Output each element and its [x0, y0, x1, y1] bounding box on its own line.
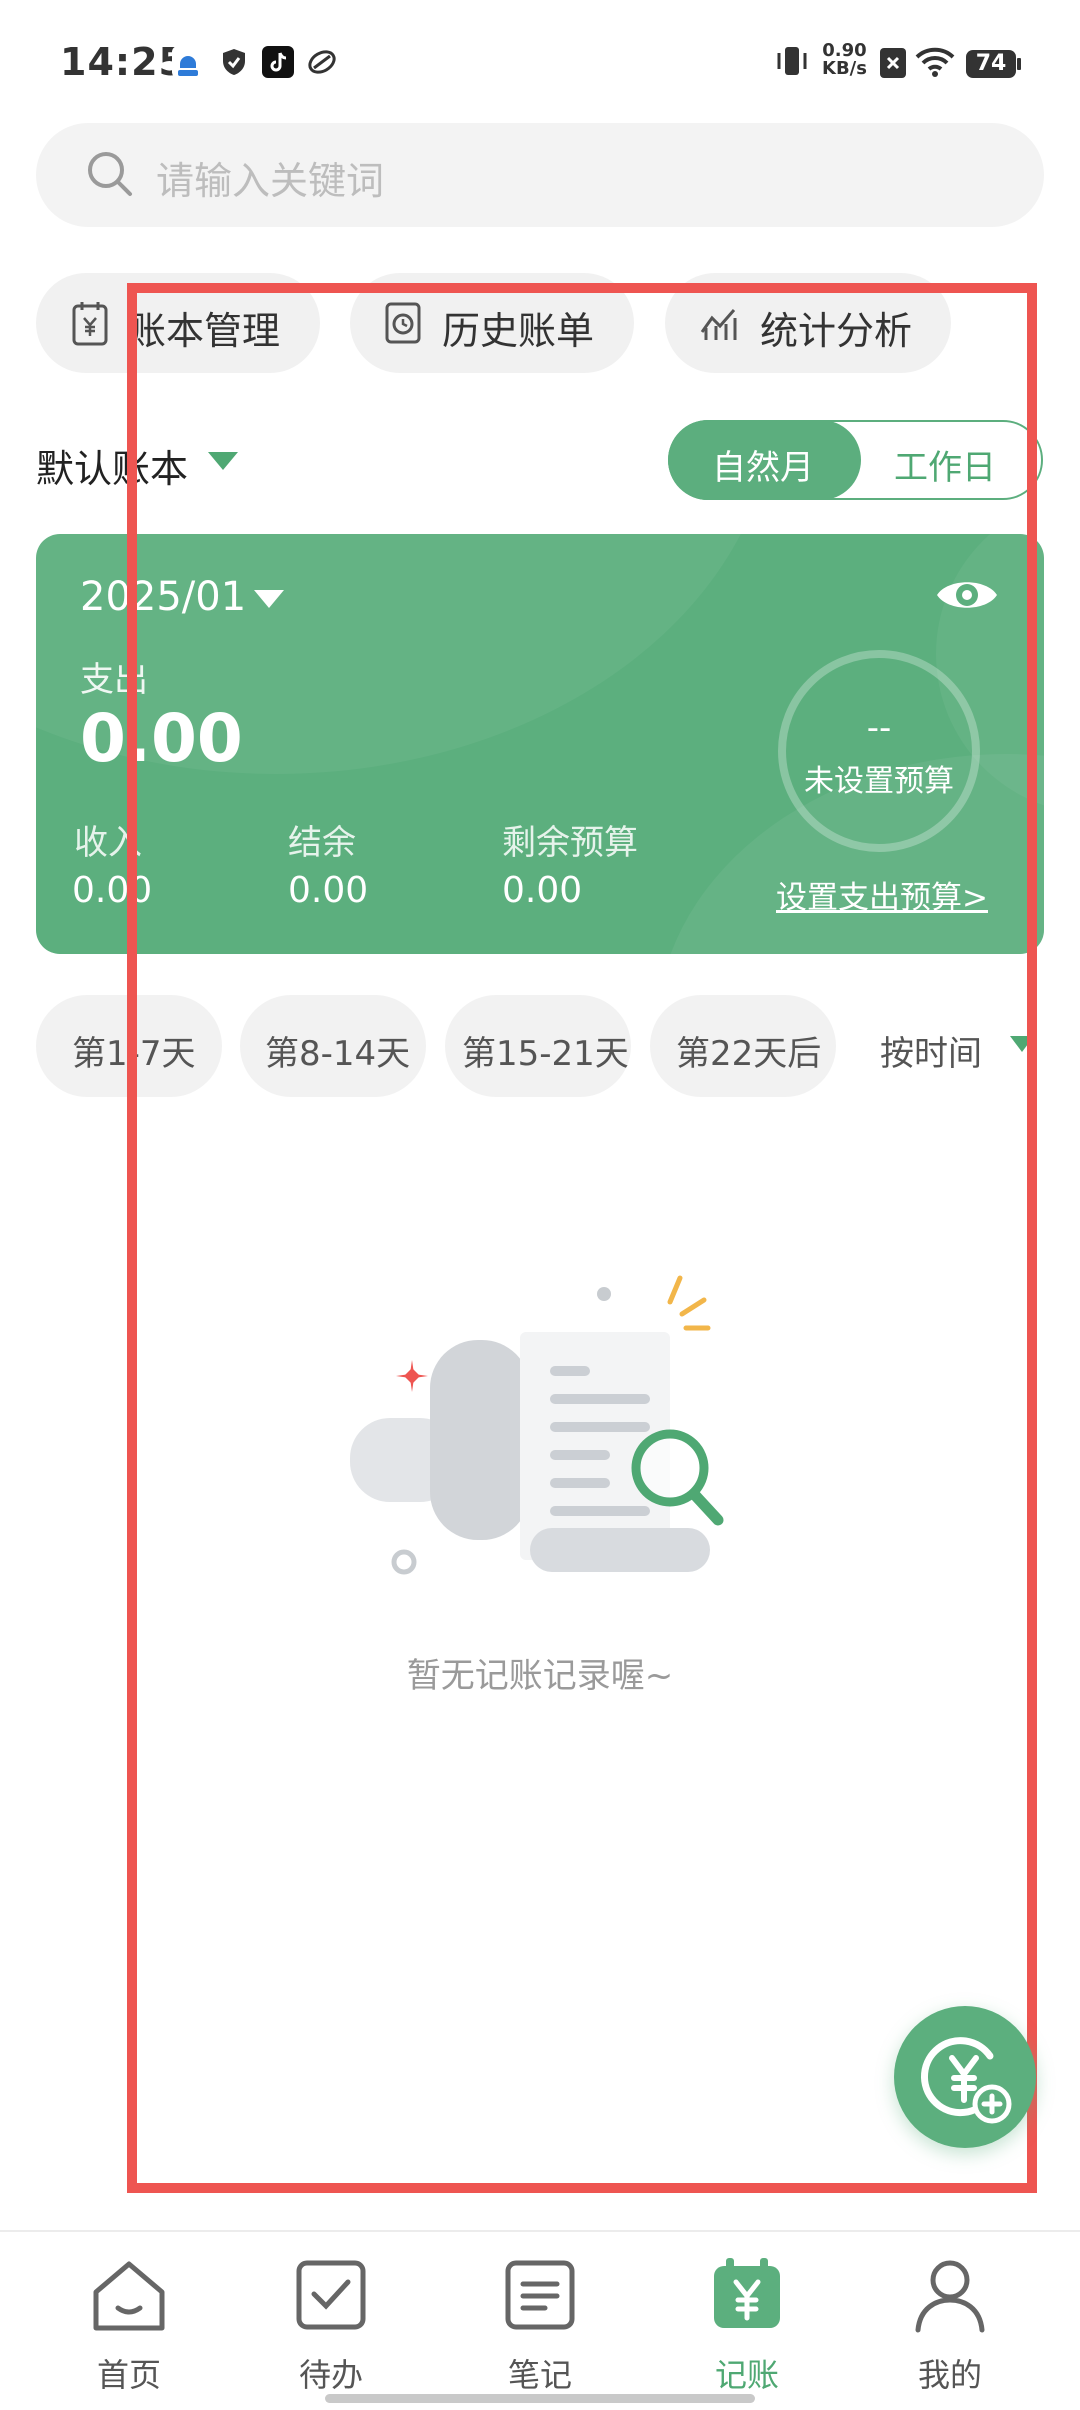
network-rate: 0.90 KB/s [822, 42, 867, 78]
profile-icon[interactable] [912, 2258, 988, 2338]
todo-icon[interactable] [294, 2258, 368, 2336]
shield-icon [218, 46, 250, 78]
note-icon[interactable] [503, 2258, 577, 2336]
ledger-icon [70, 300, 110, 350]
battery-tip [1017, 58, 1021, 70]
nav-note-label[interactable]: 笔记 [470, 2350, 610, 2396]
status-time: 14:25 [60, 40, 186, 84]
nav-home-label[interactable]: 首页 [59, 2350, 199, 2396]
battery-icon: 74 [966, 50, 1016, 78]
nav-todo-label[interactable]: 待办 [261, 2350, 401, 2396]
tiktok-icon [262, 46, 294, 78]
app-icon [172, 46, 204, 78]
highlight-frame [127, 283, 1037, 2193]
sim-off-icon [880, 48, 906, 78]
bookkeeping-icon[interactable] [710, 2256, 784, 2336]
wifi-icon [914, 46, 956, 82]
add-record-icon [921, 2037, 1012, 2124]
net-rate-unit: KB/s [822, 58, 867, 79]
home-icon[interactable] [90, 2258, 168, 2336]
nav-bookkeeping-label[interactable]: 记账 [677, 2350, 817, 2396]
nav-profile-label[interactable]: 我的 [880, 2350, 1020, 2396]
search-icon [84, 148, 136, 204]
add-record-button[interactable] [894, 2006, 1036, 2148]
home-indicator[interactable] [325, 2394, 755, 2403]
vibrate-icon [774, 44, 810, 82]
search-input[interactable]: 请输入关键词 [156, 150, 384, 205]
leaf-icon [306, 46, 338, 78]
